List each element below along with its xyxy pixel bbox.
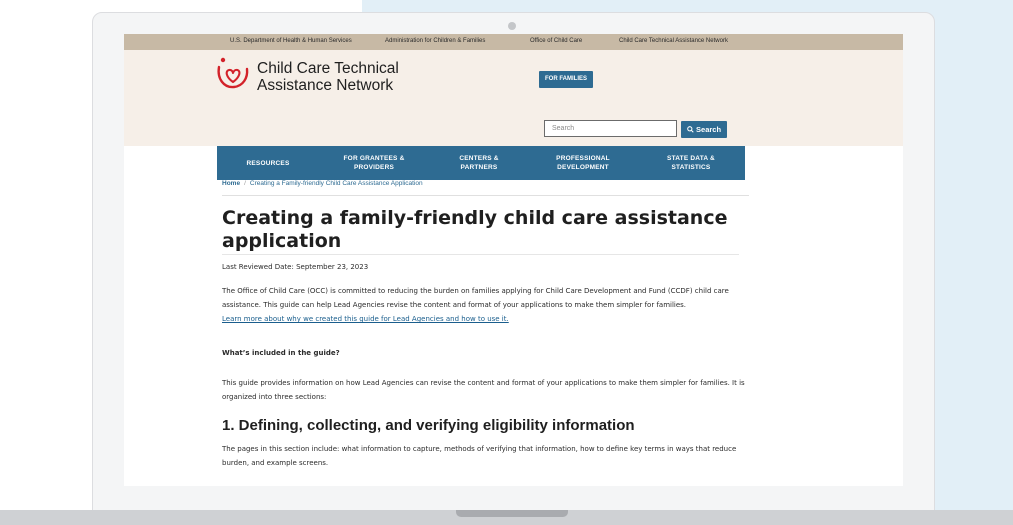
heart-logo-icon[interactable] xyxy=(216,56,250,90)
nav-state-data-line1: STATE DATA & xyxy=(667,155,715,162)
nav-centers-line1: CENTERS & xyxy=(459,155,499,162)
search-button[interactable]: Search xyxy=(681,121,727,138)
breadcrumb-separator: / xyxy=(244,180,246,187)
last-reviewed-date: Last Reviewed Date: September 23, 2023 xyxy=(222,263,369,271)
section-paragraph: The pages in this section include: what … xyxy=(222,445,737,467)
breadcrumb: Home / Creating a Family-friendly Child Ca… xyxy=(222,180,423,187)
section-heading: 1. Defining, collecting, and verifying e… xyxy=(222,417,635,434)
nav-centers-line2: PARTNERS xyxy=(460,164,498,171)
intro-text: The Office of Child Care (OCC) is commit… xyxy=(222,287,729,309)
nav-professional-line2: DEVELOPMENT xyxy=(557,164,609,171)
logo-line-1: Child Care Technical xyxy=(257,60,399,77)
logo-line-2: Assistance Network xyxy=(257,77,394,94)
nav-state-data[interactable]: STATE DATA & STATISTICS xyxy=(637,146,745,180)
top-link-ccta[interactable]: Child Care Technical Assistance Network xyxy=(619,38,728,44)
divider xyxy=(222,254,739,255)
nav-professional-development[interactable]: PROFESSIONAL DEVELOPMENT xyxy=(529,146,637,180)
nav-grantees-providers[interactable]: FOR GRANTEES & PROVIDERS xyxy=(319,146,429,180)
site-header: Child Care Technical Assistance Network … xyxy=(124,50,903,180)
breadcrumb-home[interactable]: Home xyxy=(222,180,240,187)
nav-centers-partners[interactable]: CENTERS & PARTNERS xyxy=(429,146,529,180)
main-navigation: RESOURCES FOR GRANTEES & PROVIDERS CENTE… xyxy=(217,146,745,180)
browser-screen: U.S. Department of Health & Human Servic… xyxy=(124,34,903,486)
page-title: Creating a family-friendly child care as… xyxy=(222,207,728,252)
divider xyxy=(222,195,749,196)
nav-state-data-line2: STATISTICS xyxy=(671,164,711,171)
laptop-notch xyxy=(456,510,568,517)
search-input[interactable]: Search xyxy=(544,120,677,137)
nav-resources-label: RESOURCES xyxy=(246,159,290,167)
nav-grantees-line1: FOR GRANTEES & xyxy=(343,155,405,162)
search-button-label: Search xyxy=(696,125,722,134)
nav-professional-line1: PROFESSIONAL xyxy=(556,155,610,162)
guide-paragraph: This guide provides information on how L… xyxy=(222,379,745,401)
top-link-occ[interactable]: Office of Child Care xyxy=(530,38,582,44)
learn-more-link[interactable]: Learn more about why we created this gui… xyxy=(222,315,509,323)
agency-top-bar: U.S. Department of Health & Human Servic… xyxy=(124,34,903,50)
magnifier-icon xyxy=(687,126,694,133)
nav-resources[interactable]: RESOURCES xyxy=(217,146,319,180)
nav-grantees-line2: PROVIDERS xyxy=(353,164,395,171)
breadcrumb-current[interactable]: Creating a Family-friendly Child Care As… xyxy=(250,180,423,187)
site-logo-text[interactable]: Child Care Technical Assistance Network xyxy=(257,60,457,94)
for-families-button[interactable]: FOR FAMILIES xyxy=(539,71,593,88)
whats-included-heading: What’s included in the guide? xyxy=(222,349,340,357)
camera-icon xyxy=(508,22,516,30)
top-link-hhs[interactable]: U.S. Department of Health & Human Servic… xyxy=(230,38,352,44)
intro-paragraph: The Office of Child Care (OCC) is commit… xyxy=(222,284,752,326)
top-link-acf[interactable]: Administration for Children & Families xyxy=(385,38,485,44)
